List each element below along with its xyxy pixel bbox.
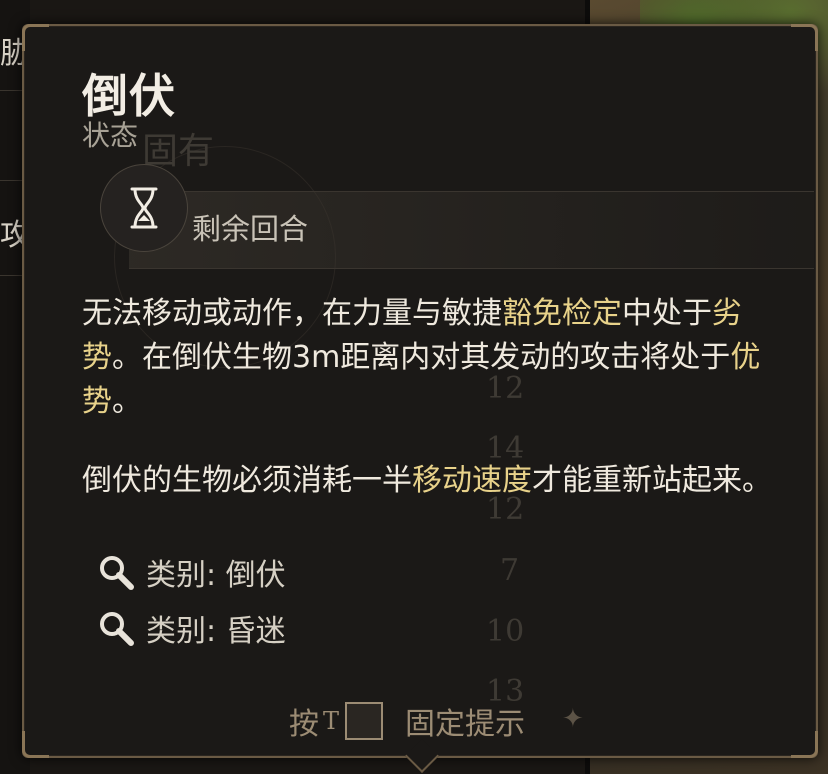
category-label: 类别: 昏迷 [146,614,286,649]
description-text: 倒伏的生物必须消耗一半 [82,463,412,498]
magnifier-icon [100,612,134,646]
pin-tooltip-hint: 按 T 固定提示 [289,699,525,743]
frame-corner [791,731,818,758]
emblem-icon: ✦ [562,704,584,734]
status-type: 状态 [82,119,139,152]
tooltip-pointer [405,739,439,773]
watermark-number: 10 [486,614,525,649]
keyword-link[interactable]: 移动速度 [412,463,532,498]
category-link[interactable]: 类别: 倒伏 [96,550,286,594]
frame-corner [22,24,49,51]
description-paragraph: 倒伏的生物必须消耗一半移动速度才能重新站起来。 [82,459,782,503]
watermark-number: 7 [500,553,520,588]
description-text: 。在倒伏生物3m距离内对其发动的攻击将处于 [112,340,731,375]
hint-press: 按 [289,707,319,742]
frame-corner [22,731,49,758]
duration-label: 剩余回合 [192,212,309,246]
category-label: 类别: 倒伏 [146,558,286,593]
hint-key: T [323,707,340,735]
status-tooltip: 固有 12 14 12 7 10 13 倒伏 状态 剩余回合 无法移动或动作，在… [22,24,818,773]
category-link[interactable]: 类别: 昏迷 [96,606,286,650]
magnifier-icon [100,556,134,590]
description-text: 才能重新站起来。 [532,463,772,498]
duration-icon-frame [100,164,188,252]
description-text: 。 [112,384,142,419]
status-description: 无法移动或动作，在力量与敏捷豁免检定中处于劣势。在倒伏生物3m距离内对其发动的攻… [82,292,782,538]
keyword-link[interactable]: 豁免检定 [502,296,622,331]
hourglass-icon [130,187,158,229]
description-paragraph: 无法移动或动作，在力量与敏捷豁免检定中处于劣势。在倒伏生物3m距离内对其发动的攻… [82,292,782,424]
description-text: 无法移动或动作，在力量与敏捷 [82,296,502,331]
hint-action: 固定提示 [405,707,526,742]
frame-corner [791,24,818,51]
description-text: 中处于 [622,296,712,331]
key-icon [345,702,384,740]
